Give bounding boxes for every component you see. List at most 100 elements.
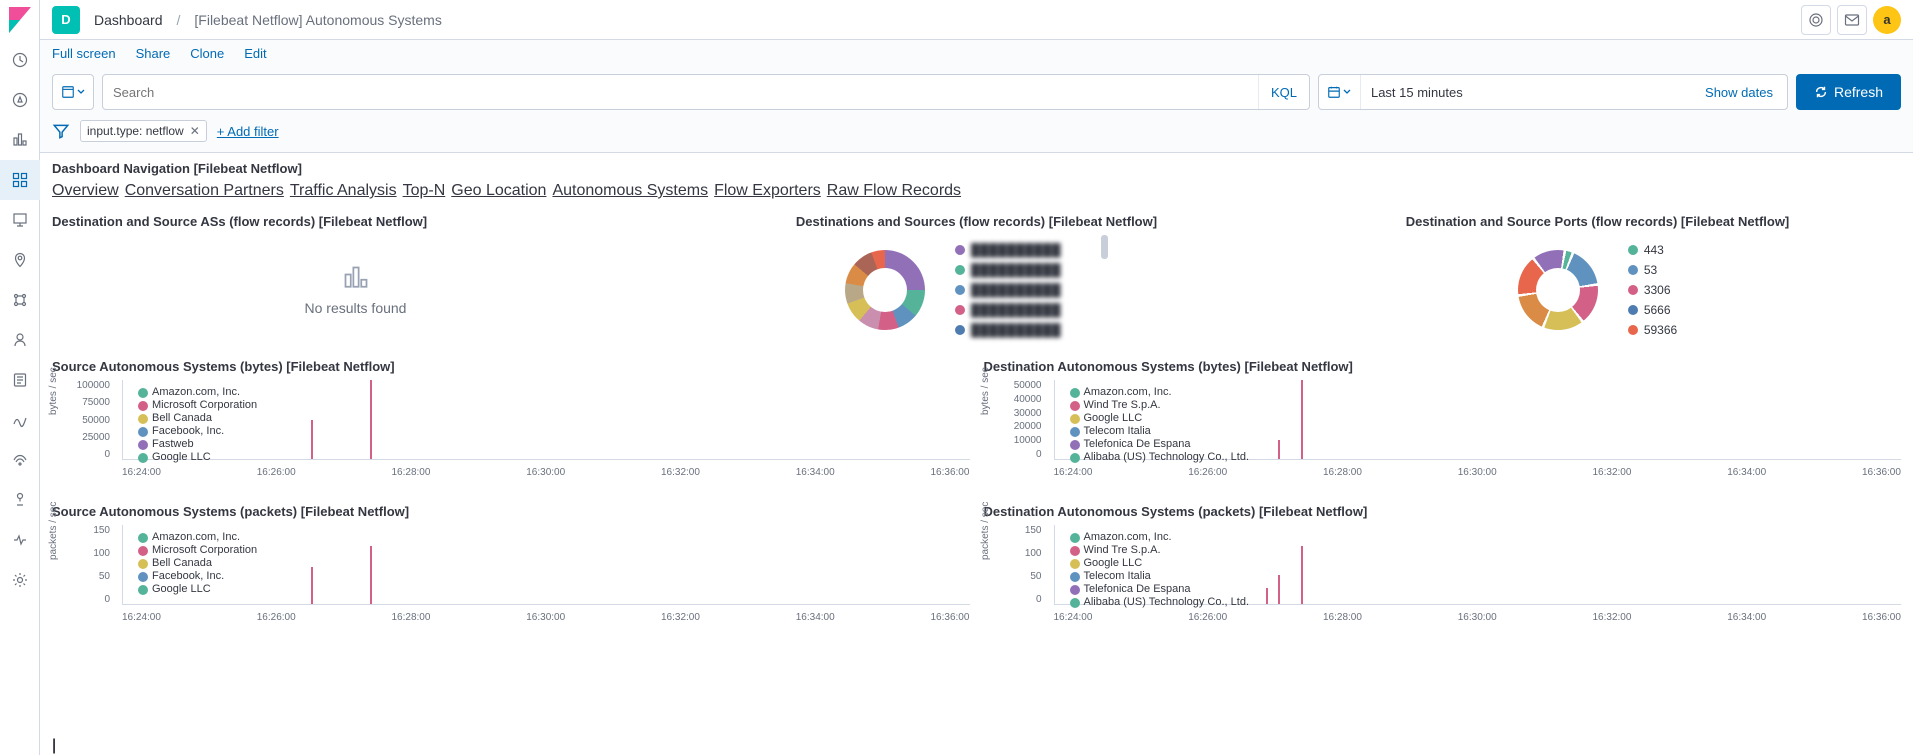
nav-metrics-icon[interactable] xyxy=(0,320,40,360)
nav-ml-icon[interactable] xyxy=(0,280,40,320)
navlink-conversation-partners[interactable]: Conversation Partners xyxy=(125,182,284,200)
legend-item[interactable]: Fastweb xyxy=(138,438,257,451)
legend-label: Amazon.com, Inc. xyxy=(1084,531,1172,544)
legend-item[interactable]: Amazon.com, Inc. xyxy=(1070,531,1250,544)
legend-item[interactable]: ██████████ xyxy=(955,283,1061,297)
nav-apm-icon[interactable] xyxy=(0,400,40,440)
bar[interactable] xyxy=(1301,546,1303,604)
navlink-flow-exporters[interactable]: Flow Exporters xyxy=(714,182,821,200)
nav-logs-icon[interactable] xyxy=(0,360,40,400)
x-tick: 16:32:00 xyxy=(661,467,700,478)
no-results-icon xyxy=(342,264,370,292)
nav-visualize-icon[interactable] xyxy=(0,120,40,160)
share-link[interactable]: Share xyxy=(136,46,171,70)
legend-item[interactable]: Microsoft Corporation xyxy=(138,544,257,557)
avatar[interactable]: a xyxy=(1873,6,1901,34)
nav-discover-icon[interactable] xyxy=(0,80,40,120)
nav-maps-icon[interactable] xyxy=(0,240,40,280)
date-quick-button[interactable] xyxy=(1319,75,1361,109)
y-tick: 100 xyxy=(66,548,110,559)
saved-queries-button[interactable] xyxy=(52,74,94,110)
bar[interactable] xyxy=(1278,440,1280,459)
nav-canvas-icon[interactable] xyxy=(0,200,40,240)
date-range-value[interactable]: Last 15 minutes xyxy=(1361,75,1691,109)
panel-chart: Destination Autonomous Systems (packets)… xyxy=(984,504,1902,635)
nav-uptime-icon[interactable] xyxy=(0,440,40,480)
legend-item[interactable]: Amazon.com, Inc. xyxy=(1070,386,1250,399)
legend-item[interactable]: Amazon.com, Inc. xyxy=(138,386,257,399)
legend-item[interactable]: ██████████ xyxy=(955,303,1061,317)
legend-item[interactable]: 443 xyxy=(1628,243,1677,257)
legend-item[interactable]: Amazon.com, Inc. xyxy=(138,531,257,544)
newsfeed-icon[interactable] xyxy=(1801,5,1831,35)
legend-item[interactable]: Telecom Italia xyxy=(1070,425,1250,438)
navlink-overview[interactable]: Overview xyxy=(52,182,119,200)
nav-devtools-icon[interactable] xyxy=(0,520,40,560)
navlink-top-n[interactable]: Top-N xyxy=(403,182,446,200)
breadcrumb-root[interactable]: Dashboard xyxy=(94,12,163,28)
filter-pill[interactable]: input.type: netflow ✕ xyxy=(80,120,207,142)
add-filter-link[interactable]: + Add filter xyxy=(217,124,279,139)
edit-link[interactable]: Edit xyxy=(244,46,266,70)
donut-chart[interactable] xyxy=(1518,250,1598,330)
legend-item[interactable]: Telefonica De Espana xyxy=(1070,438,1250,451)
navlink-geo-location[interactable]: Geo Location xyxy=(451,182,546,200)
legend-scrollbar[interactable] xyxy=(1101,235,1108,259)
filter-menu-icon[interactable] xyxy=(52,122,70,140)
swatch-icon xyxy=(138,559,148,569)
refresh-button[interactable]: Refresh xyxy=(1796,74,1901,110)
legend-item[interactable]: Bell Canada xyxy=(138,412,257,425)
mail-icon[interactable] xyxy=(1837,5,1867,35)
nav-siem-icon[interactable] xyxy=(0,480,40,520)
bar[interactable] xyxy=(370,380,372,459)
legend-item[interactable]: 5666 xyxy=(1628,303,1677,317)
kibana-logo-icon[interactable] xyxy=(0,0,40,40)
legend-item[interactable]: ██████████ xyxy=(955,263,1061,277)
nav-management-icon[interactable] xyxy=(0,560,40,600)
bar[interactable] xyxy=(1266,588,1268,604)
legend-item[interactable]: Alibaba (US) Technology Co., Ltd. xyxy=(1070,451,1250,464)
legend-label: Google LLC xyxy=(1084,557,1143,570)
bar[interactable] xyxy=(1301,380,1303,459)
bar[interactable] xyxy=(1278,575,1280,604)
app-badge: D xyxy=(52,6,80,34)
legend-item[interactable]: Facebook, Inc. xyxy=(138,425,257,438)
nav-dashboard-icon[interactable] xyxy=(0,160,40,200)
legend-item[interactable]: Wind Tre S.p.A. xyxy=(1070,544,1250,557)
swatch-icon xyxy=(955,305,965,315)
swatch-icon xyxy=(138,388,148,398)
clone-link[interactable]: Clone xyxy=(190,46,224,70)
navlink-autonomous-systems[interactable]: Autonomous Systems xyxy=(552,182,708,200)
legend-item[interactable]: Wind Tre S.p.A. xyxy=(1070,399,1250,412)
full-screen-link[interactable]: Full screen xyxy=(52,46,116,70)
donut-chart[interactable] xyxy=(845,250,925,330)
legend-item[interactable]: 3306 xyxy=(1628,283,1677,297)
legend-item[interactable]: Google LLC xyxy=(138,451,257,464)
kql-toggle[interactable]: KQL xyxy=(1258,75,1309,109)
legend-item[interactable]: ██████████ xyxy=(955,323,1061,337)
legend-item[interactable]: Google LLC xyxy=(1070,557,1250,570)
legend-item[interactable]: Google LLC xyxy=(1070,412,1250,425)
show-dates-link[interactable]: Show dates xyxy=(1691,75,1787,109)
navlink-traffic-analysis[interactable]: Traffic Analysis xyxy=(290,182,397,200)
bar[interactable] xyxy=(370,546,372,604)
legend-label: ██████████ xyxy=(971,303,1061,317)
x-tick: 16:34:00 xyxy=(796,612,835,623)
legend-item[interactable]: Alibaba (US) Technology Co., Ltd. xyxy=(1070,596,1250,609)
nav-recent-icon[interactable] xyxy=(0,40,40,80)
bar[interactable] xyxy=(311,420,313,460)
bar[interactable] xyxy=(311,567,313,604)
search-input[interactable] xyxy=(103,75,1258,109)
legend-item[interactable]: Google LLC xyxy=(138,583,257,596)
legend-item[interactable]: Telecom Italia xyxy=(1070,570,1250,583)
swatch-icon xyxy=(138,453,148,463)
legend-item[interactable]: Facebook, Inc. xyxy=(138,570,257,583)
legend-item[interactable]: Microsoft Corporation xyxy=(138,399,257,412)
legend-item[interactable]: Telefonica De Espana xyxy=(1070,583,1250,596)
navlink-raw-flow-records[interactable]: Raw Flow Records xyxy=(827,182,961,200)
legend-item[interactable]: Bell Canada xyxy=(138,557,257,570)
legend-item[interactable]: 53 xyxy=(1628,263,1677,277)
close-icon[interactable]: ✕ xyxy=(190,124,200,138)
legend-item[interactable]: ██████████ xyxy=(955,243,1061,257)
legend-item[interactable]: 59366 xyxy=(1628,323,1677,337)
